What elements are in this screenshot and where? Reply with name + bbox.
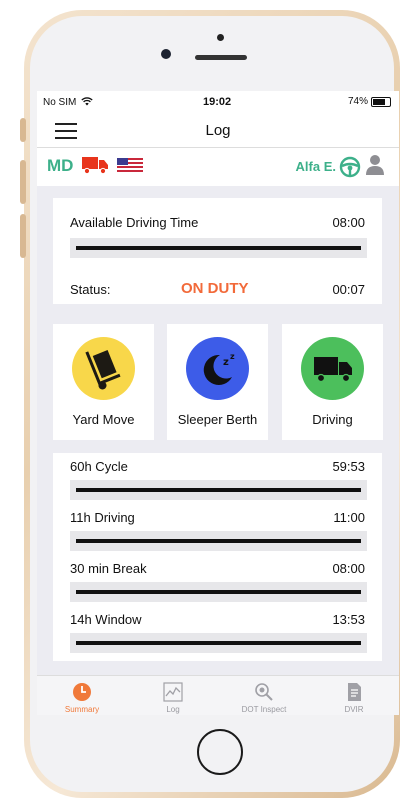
steering-wheel-icon[interactable] <box>339 156 361 178</box>
svg-text:z: z <box>230 352 235 361</box>
tab-dvir-label: DVIR <box>344 705 364 714</box>
status-label: Status: <box>70 282 111 297</box>
timer-bar <box>70 633 367 653</box>
tab-bar: Summary Log DOT Inspect DVIR <box>37 675 399 715</box>
hand-truck-icon <box>85 349 121 390</box>
home-button[interactable] <box>197 729 243 775</box>
available-driving-bar-fill <box>76 246 361 250</box>
timer-value: 08:00 <box>332 561 365 576</box>
battery-level <box>373 98 385 105</box>
tab-log-label: Log <box>166 705 180 714</box>
user-icon[interactable] <box>365 154 385 176</box>
timer-bar-fill <box>76 590 361 594</box>
clock-icon <box>73 683 91 701</box>
available-driving-value: 08:00 <box>332 215 365 230</box>
tab-dot-inspect[interactable]: DOT Inspect <box>219 676 309 715</box>
nav-bar: Log <box>37 113 399 148</box>
front-camera <box>161 49 171 59</box>
truck-icon <box>314 357 352 383</box>
battery-indicator: 74% <box>348 96 391 107</box>
sleep-moon-icon: z z <box>203 352 235 385</box>
timer-value: 11:00 <box>333 510 365 525</box>
sleeper-berth-circle: z z <box>186 337 249 400</box>
available-driving-label: Available Driving Time <box>70 215 199 230</box>
timer-bar-fill <box>76 539 361 543</box>
driving-time-card: Available Driving Time 08:00 Status: ON … <box>53 198 382 304</box>
state-code: MD <box>47 156 74 175</box>
timer-label: 30 min Break <box>70 561 147 576</box>
status-bar: No SIM 19:02 74% <box>37 91 399 113</box>
proximity-sensor <box>217 34 224 41</box>
svg-text:z: z <box>223 357 229 368</box>
status-time: 00:07 <box>332 282 365 297</box>
volume-up-button <box>20 160 26 204</box>
timer-value: 59:53 <box>332 459 365 474</box>
battery-icon <box>371 96 391 107</box>
tab-log[interactable]: Log <box>128 676 218 715</box>
timer-bar <box>70 582 367 602</box>
battery-percent: 74% <box>347 96 368 107</box>
yard-move-label: Yard Move <box>72 412 135 427</box>
truck-red-icon <box>82 157 108 174</box>
timer-label: 11h Driving <box>70 510 135 525</box>
timer-bar <box>70 480 367 500</box>
sleeper-berth-label: Sleeper Berth <box>177 412 258 427</box>
timer-value: 13:53 <box>332 612 365 627</box>
driving-label: Driving <box>312 412 353 427</box>
timer-label: 14h Window <box>70 612 142 627</box>
magnifier-icon <box>255 683 273 701</box>
driver-info-bar: MD Alfa E. <box>37 148 399 186</box>
yard-move-circle <box>72 337 135 400</box>
timer-bar-fill <box>76 488 361 492</box>
driving-circle <box>301 337 364 400</box>
volume-down-button <box>20 214 26 258</box>
carrier-text: No SIM <box>43 97 77 108</box>
chart-icon <box>163 682 183 702</box>
tab-dot-inspect-label: DOT Inspect <box>241 705 287 714</box>
available-driving-bar <box>70 238 367 258</box>
us-flag-icon <box>117 158 143 172</box>
duty-status-value: ON DUTY <box>181 280 249 297</box>
sleeper-berth-button[interactable]: z z Sleeper Berth <box>167 324 268 440</box>
timer-bar <box>70 531 367 551</box>
yard-move-button[interactable]: Yard Move <box>53 324 154 440</box>
page-title: Log <box>205 122 231 139</box>
wifi-icon <box>81 97 93 106</box>
earpiece-speaker <box>195 55 247 60</box>
mute-switch <box>20 118 26 142</box>
timer-label: 60h Cycle <box>70 459 128 474</box>
timers-card: 60h Cycle 59:53 11h Driving 11:00 30 min… <box>53 453 382 661</box>
tab-summary-label: Summary <box>64 705 100 714</box>
timer-bar-fill <box>76 641 361 645</box>
tab-summary[interactable]: Summary <box>37 676 127 715</box>
carrier-label: No SIM <box>43 97 93 108</box>
driving-button[interactable]: Driving <box>282 324 383 440</box>
document-icon <box>348 683 361 701</box>
driver-name[interactable]: Alfa E. <box>296 159 336 174</box>
clock-time: 19:02 <box>203 96 232 108</box>
tab-dvir[interactable]: DVIR <box>309 676 399 715</box>
app-screen: No SIM 19:02 74% Log MD Alfa E. Availabl… <box>37 91 399 715</box>
